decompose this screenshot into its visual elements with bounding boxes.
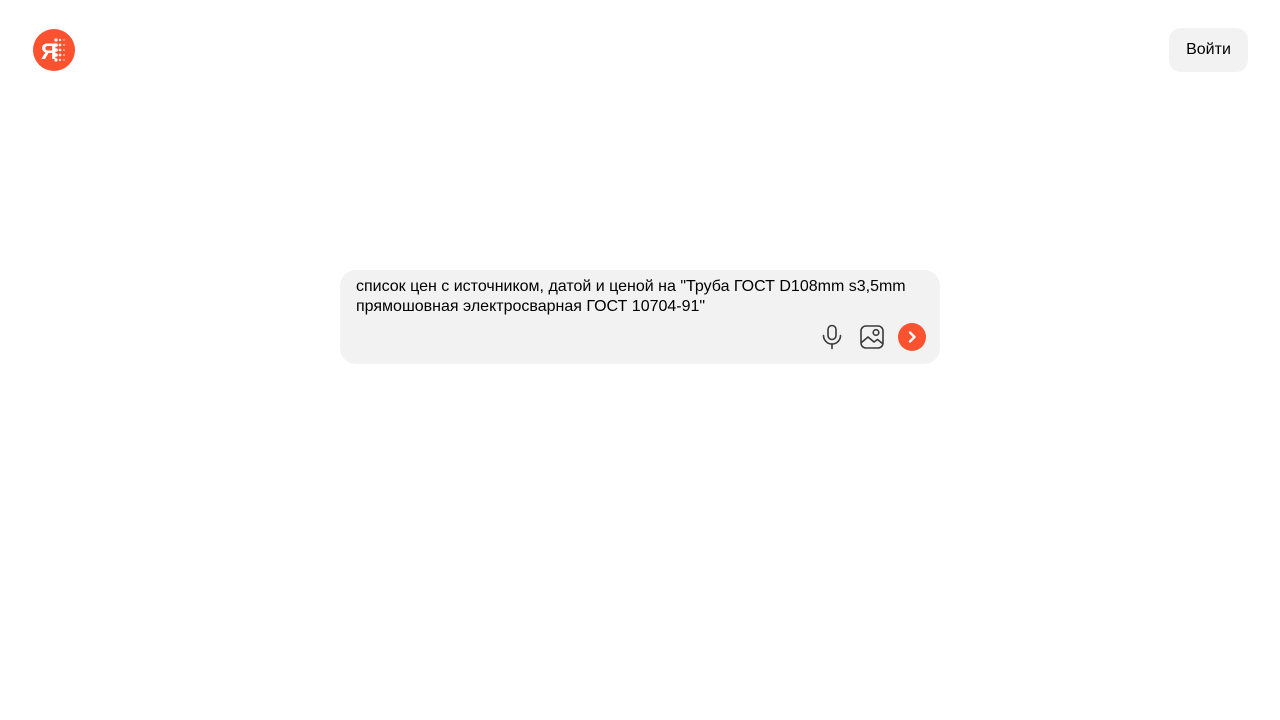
chevron-right-icon <box>908 331 916 343</box>
page: Я Войти список цен с источником, датой и… <box>0 0 1280 720</box>
submit-button[interactable] <box>898 323 926 351</box>
mic-button[interactable] <box>818 323 846 351</box>
yandex-logo[interactable]: Я <box>33 29 75 71</box>
search-box[interactable]: список цен с источником, датой и ценой н… <box>340 270 940 364</box>
image-search-icon <box>860 325 884 349</box>
login-button[interactable]: Войти <box>1169 28 1248 72</box>
image-search-button[interactable] <box>858 323 886 351</box>
yandex-alice-logo-icon: Я <box>41 38 65 64</box>
search-input[interactable]: список цен с источником, датой и ценой н… <box>356 277 928 317</box>
microphone-icon <box>822 324 842 350</box>
